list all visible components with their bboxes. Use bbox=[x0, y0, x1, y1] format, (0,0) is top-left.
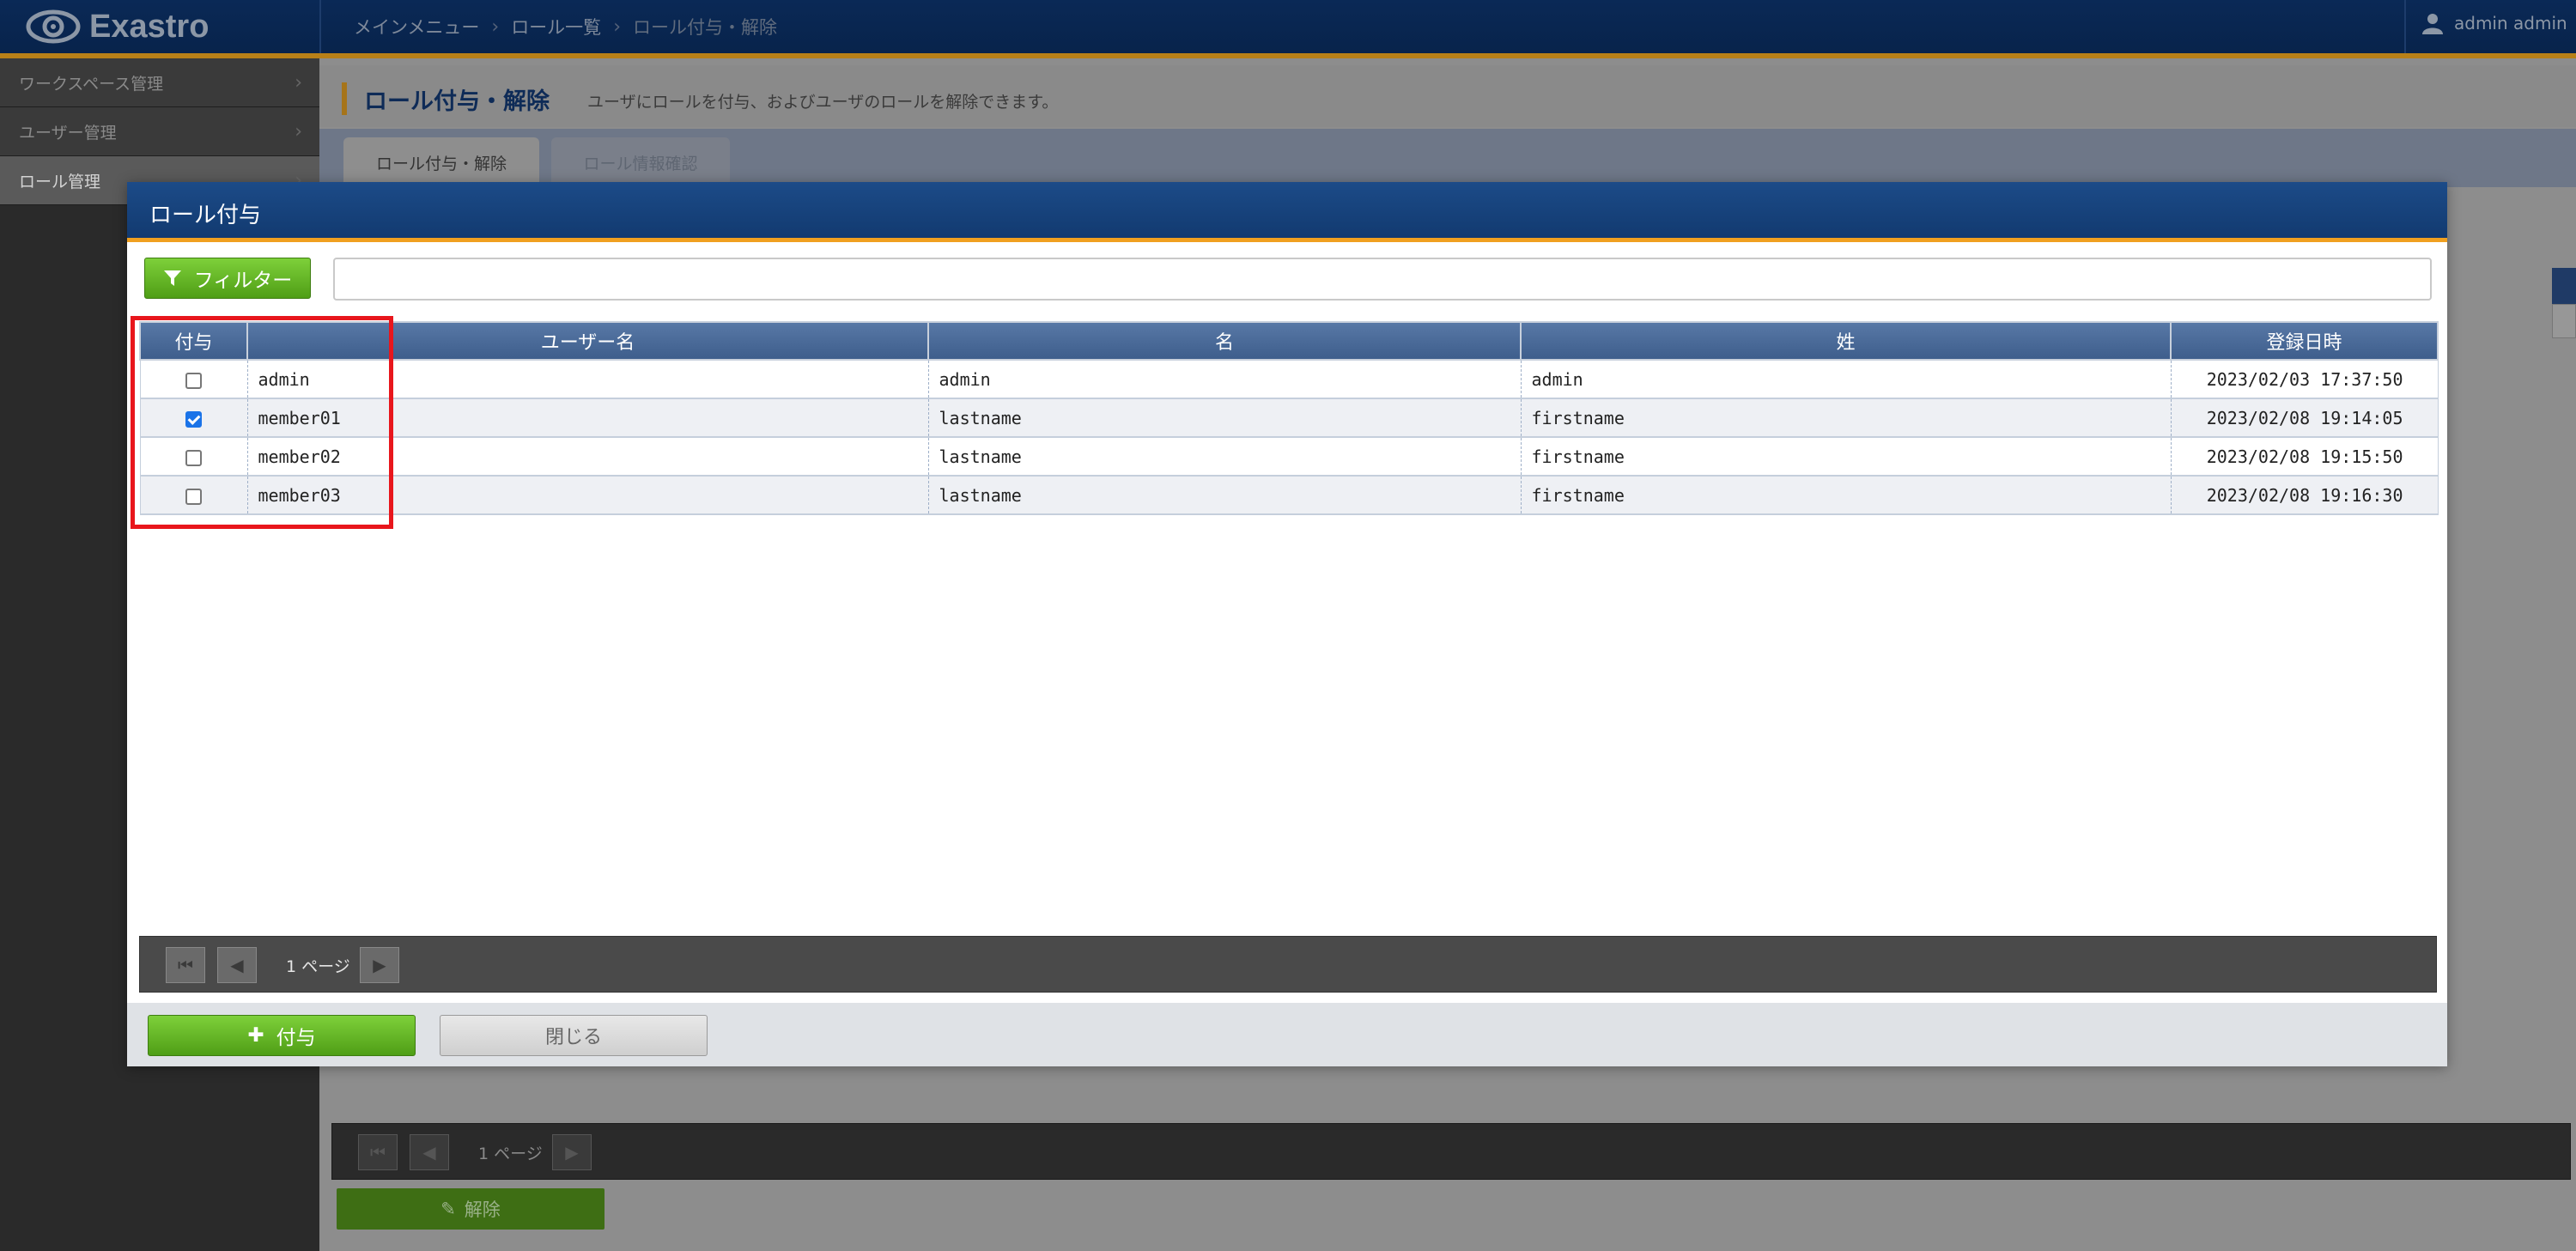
prev-page-icon[interactable]: ◀ bbox=[217, 947, 257, 983]
cell-created: 2023/02/03 17:37:50 bbox=[2171, 360, 2439, 399]
user-name: admin admin bbox=[2454, 13, 2567, 33]
highlight-annotation-box bbox=[131, 316, 393, 529]
sidebar-item-label: ワークスペース管理 bbox=[19, 74, 164, 94]
top-header: Exastro メインメニュー › ロール一覧 › ロール付与・解除 admin… bbox=[0, 0, 2576, 58]
sidebar-item-label: ロール管理 bbox=[19, 172, 101, 191]
plus-icon: ✚ bbox=[247, 1024, 264, 1047]
chevron-right-icon: › bbox=[613, 15, 621, 38]
table-header-row: 付与 ユーザー名 名 姓 登録日時 bbox=[139, 321, 2439, 361]
cell-first-name: lastname bbox=[928, 437, 1522, 477]
cell-last-name: admin bbox=[1521, 360, 2172, 399]
table-row: member02 lastname firstname 2023/02/08 1… bbox=[139, 437, 2439, 477]
main-pager: ⏮ ◀ 1 ページ ▶ bbox=[331, 1123, 2571, 1180]
next-page-icon[interactable]: ▶ bbox=[552, 1134, 592, 1170]
table-row: admin admin admin 2023/02/03 17:37:50 bbox=[139, 360, 2439, 399]
cell-first-name: lastname bbox=[928, 476, 1522, 515]
grant-role-modal: ロール付与 フィルター 付与 ユーザー名 名 姓 登録日時 admin admi… bbox=[127, 182, 2447, 1066]
modal-title: ロール付与 bbox=[149, 203, 262, 228]
chevron-right-icon: › bbox=[295, 120, 302, 143]
sidebar-item-label: ユーザー管理 bbox=[19, 123, 117, 143]
close-button[interactable]: 閉じる bbox=[440, 1015, 708, 1056]
column-header-last-name[interactable]: 姓 bbox=[1520, 321, 2172, 361]
user-table: 付与 ユーザー名 名 姓 登録日時 admin admin admin 2023… bbox=[139, 321, 2439, 515]
cell-created: 2023/02/08 19:15:50 bbox=[2171, 437, 2439, 477]
column-header-created[interactable]: 登録日時 bbox=[2170, 321, 2439, 361]
table-row: member01 lastname firstname 2023/02/08 1… bbox=[139, 398, 2439, 438]
chevron-right-icon: › bbox=[491, 15, 500, 38]
first-page-icon[interactable]: ⏮ bbox=[166, 947, 205, 983]
sidebar-item-workspace[interactable]: ワークスペース管理 › bbox=[0, 58, 319, 107]
filter-button[interactable]: フィルター bbox=[144, 258, 311, 299]
page-indicator: 1 ページ bbox=[286, 957, 350, 976]
release-button[interactable]: ✎ 解除 bbox=[337, 1188, 605, 1230]
breadcrumb-item-main-menu[interactable]: メインメニュー bbox=[354, 14, 479, 39]
table-row: member03 lastname firstname 2023/02/08 1… bbox=[139, 476, 2439, 515]
filter-icon bbox=[163, 270, 181, 286]
cell-created: 2023/02/08 19:14:05 bbox=[2171, 398, 2439, 438]
modal-header: ロール付与 bbox=[127, 182, 2447, 242]
cell-first-name: admin bbox=[928, 360, 1522, 399]
modal-footer: ✚ 付与 閉じる bbox=[127, 1003, 2447, 1066]
exastro-eye-icon bbox=[26, 9, 81, 44]
breadcrumb-item-role-list[interactable]: ロール一覧 bbox=[511, 14, 601, 39]
breadcrumb: メインメニュー › ロール一覧 › ロール付与・解除 bbox=[354, 14, 777, 39]
edit-icon: ✎ bbox=[440, 1199, 456, 1219]
prev-page-icon[interactable]: ◀ bbox=[410, 1134, 449, 1170]
filter-input[interactable] bbox=[333, 258, 2432, 301]
next-page-icon[interactable]: ▶ bbox=[360, 947, 399, 983]
grant-button[interactable]: ✚ 付与 bbox=[148, 1015, 416, 1056]
cell-last-name: firstname bbox=[1521, 437, 2172, 477]
chevron-right-icon: › bbox=[295, 71, 302, 94]
column-header-first-name[interactable]: 名 bbox=[927, 321, 1522, 361]
page-title: ロール付与・解除 bbox=[364, 88, 550, 115]
page-indicator: 1 ページ bbox=[478, 1145, 543, 1163]
logo-text: Exastro bbox=[89, 8, 210, 45]
sidebar-item-users[interactable]: ユーザー管理 › bbox=[0, 107, 319, 156]
user-menu[interactable]: admin admin bbox=[2421, 12, 2567, 34]
breadcrumb-item-current: ロール付与・解除 bbox=[633, 17, 777, 38]
tab-role-info[interactable]: ロール情報確認 bbox=[551, 137, 730, 187]
cell-last-name: firstname bbox=[1521, 476, 2172, 515]
tab-grant-revoke[interactable]: ロール付与・解除 bbox=[343, 137, 539, 187]
cell-first-name: lastname bbox=[928, 398, 1522, 438]
user-icon bbox=[2422, 14, 2443, 34]
app-logo[interactable]: Exastro bbox=[26, 5, 209, 48]
modal-pager: ⏮ ◀ 1 ページ ▶ bbox=[139, 936, 2437, 993]
cell-last-name: firstname bbox=[1521, 398, 2172, 438]
cell-created: 2023/02/08 19:16:30 bbox=[2171, 476, 2439, 515]
page-description: ユーザにロールを付与、およびユーザのロールを解除できます。 bbox=[587, 93, 1059, 112]
page-header: ロール付与・解除 ユーザにロールを付与、およびユーザのロールを解除できます。 bbox=[319, 65, 2576, 127]
first-page-icon[interactable]: ⏮ bbox=[358, 1134, 398, 1170]
